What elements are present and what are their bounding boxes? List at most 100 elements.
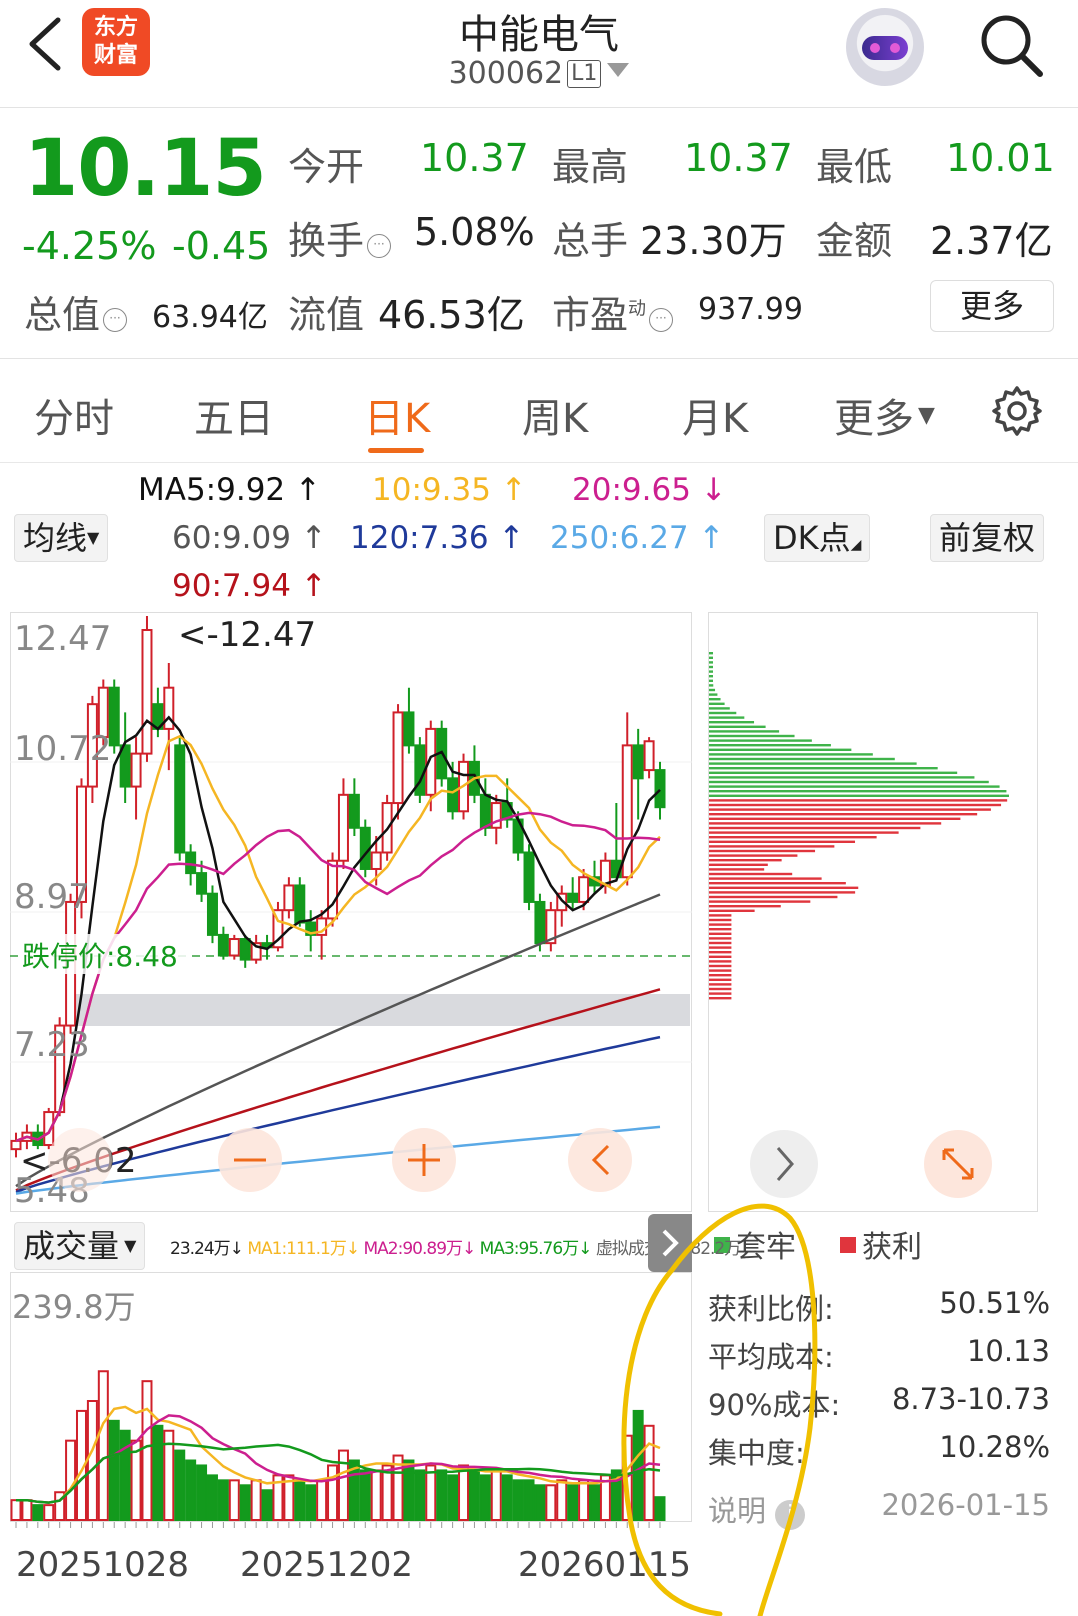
- volume-bar: [337, 1449, 349, 1521]
- chip-next-button[interactable]: [750, 1130, 818, 1198]
- candlestick-chart[interactable]: 12.47 10.72 8.97 7.23 5.48 <-12.47 <-6.0…: [10, 612, 692, 1212]
- more-button[interactable]: 更多: [930, 280, 1054, 332]
- chip-bar: [709, 675, 713, 678]
- ma250-text: 250:6.27: [550, 520, 689, 556]
- candle: [130, 752, 142, 788]
- chevron-down-icon: ▼: [119, 1236, 137, 1255]
- tab-monthly-k[interactable]: 月K: [682, 386, 748, 444]
- tab-five-day[interactable]: 五日: [194, 386, 274, 444]
- search-icon[interactable]: [976, 10, 1046, 80]
- float-label: 流值: [288, 293, 365, 337]
- candle: [185, 851, 197, 875]
- volume-bar: [523, 1479, 535, 1521]
- volume-bar: [294, 1479, 306, 1521]
- candle: [643, 740, 655, 772]
- zoom-in-button[interactable]: [392, 1128, 456, 1192]
- ma250-value: 250:6.27 ↑: [550, 520, 725, 556]
- y-label-4: 7.23: [14, 1025, 90, 1065]
- candle: [567, 892, 579, 903]
- chip-bar: [709, 886, 859, 889]
- gear-icon[interactable]: [990, 384, 1044, 438]
- last-price: 10.15: [24, 124, 267, 214]
- chip-bar: [709, 964, 732, 968]
- ma60-text: 60:9.09: [172, 520, 291, 556]
- expand-icon[interactable]: [924, 1130, 992, 1198]
- note-link[interactable]: 说明 i: [708, 1488, 806, 1530]
- tab-weekly-k[interactable]: 周K: [522, 386, 588, 444]
- chip-bar: [709, 757, 895, 761]
- volume-bar: [316, 1479, 328, 1521]
- scroll-left-button[interactable]: [568, 1128, 632, 1192]
- chip-bar: [709, 822, 942, 825]
- volume-bar: [239, 1484, 251, 1522]
- zoom-out-button[interactable]: [218, 1128, 282, 1192]
- amount-value: 2.37亿: [930, 219, 1053, 263]
- candle: [228, 938, 240, 957]
- cost90-value: 8.73-10.73: [891, 1382, 1050, 1416]
- tab-intraday[interactable]: 分时: [34, 386, 114, 444]
- header-bar: 东方 财富 中能电气 300062 L1: [0, 0, 1078, 108]
- ma-type-dropdown[interactable]: 均线▼: [14, 514, 109, 562]
- candle: [239, 938, 251, 961]
- chip-bar: [709, 918, 732, 922]
- turnover-label[interactable]: 换手 ···: [288, 210, 392, 265]
- volume-bar: [556, 1479, 568, 1521]
- chip-bar: [709, 969, 732, 972]
- chip-bar: [709, 928, 732, 931]
- chip-bar: [709, 877, 822, 880]
- candle: [196, 872, 208, 895]
- chip-bar: [709, 946, 732, 949]
- low-value: 10.01: [946, 136, 1055, 180]
- adjust-dropdown[interactable]: 前复权: [930, 514, 1045, 562]
- info-icon: ···: [367, 234, 392, 258]
- chip-date: 2026-01-15: [881, 1488, 1050, 1522]
- float-value: 46.53亿: [378, 293, 525, 337]
- volume-bar: [152, 1424, 164, 1522]
- volume-bar: [206, 1474, 218, 1521]
- ma5-text: MA5:9.92: [138, 472, 286, 508]
- candle: [370, 851, 382, 870]
- indicator-label: 成交量: [23, 1227, 120, 1265]
- mktcap-label[interactable]: 总值 ···: [24, 284, 128, 339]
- chip-bar: [709, 730, 780, 733]
- high-label: 最高: [552, 145, 629, 189]
- divider: [0, 358, 1078, 359]
- volume-bar: [327, 1464, 339, 1521]
- ma60-value: 60:9.09 ↑: [172, 520, 327, 556]
- chip-bar: [709, 813, 978, 816]
- pe-sup: 动: [628, 298, 647, 320]
- candle: [206, 892, 218, 936]
- date-ticks: [15, 1522, 661, 1528]
- candle: [523, 851, 535, 903]
- chip-bar: [709, 693, 718, 696]
- chip-bar: [709, 849, 816, 853]
- chip-bar: [709, 974, 732, 977]
- candle: [294, 884, 306, 924]
- robot-avatar-icon[interactable]: [846, 8, 924, 86]
- volume-bar: [119, 1429, 131, 1521]
- volume-bar: [632, 1409, 644, 1522]
- candle: [632, 744, 644, 780]
- pe-label[interactable]: 市盈动 ···: [552, 284, 674, 339]
- volume-bar: [512, 1479, 524, 1521]
- chip-bar: [709, 941, 732, 945]
- scroll-left-faded-button[interactable]: [48, 1128, 112, 1192]
- chip-bar: [709, 937, 732, 940]
- chip-bar: [709, 882, 846, 885]
- limit-down-label: 跌停价:8.48: [22, 940, 178, 973]
- chip-bar: [709, 744, 831, 747]
- mktcap-label-text: 总值: [24, 293, 101, 337]
- indicator-dropdown[interactable]: 成交量 ▼: [14, 1222, 146, 1270]
- tab-more[interactable]: 更多 ▼: [834, 386, 935, 444]
- volume-bar: [305, 1484, 317, 1522]
- chip-bar: [709, 895, 838, 899]
- avg-cost-value: 10.13: [966, 1334, 1050, 1368]
- indicator-next-button[interactable]: [648, 1214, 692, 1272]
- tab-daily-k[interactable]: 日K: [364, 386, 430, 444]
- tab-more-label: 更多: [834, 396, 914, 442]
- volume-bar: [534, 1484, 546, 1522]
- volume-bar: [174, 1449, 186, 1521]
- chip-bar: [709, 932, 732, 935]
- volume-chart[interactable]: 239.8万 20251028 20251202 20260115: [10, 1272, 692, 1586]
- dk-point-button[interactable]: DK点◢: [764, 514, 871, 562]
